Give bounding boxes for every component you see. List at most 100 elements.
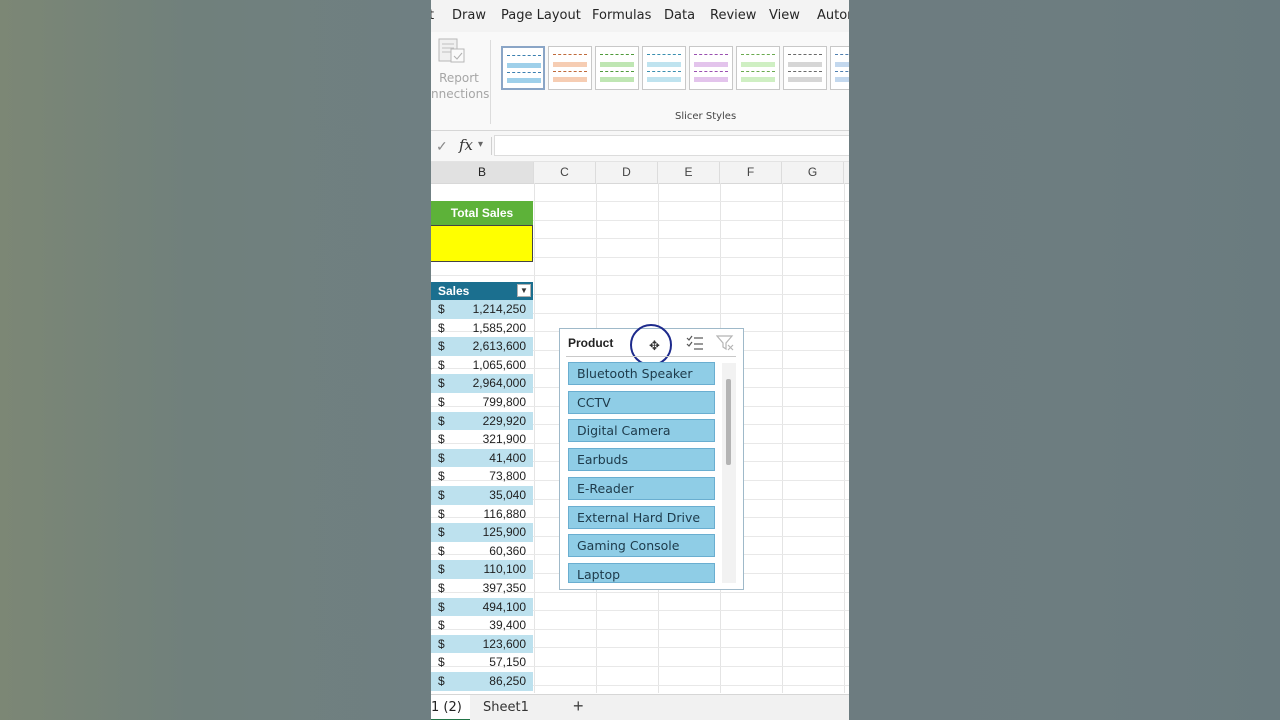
- currency-symbol: $: [438, 488, 445, 502]
- sales-row[interactable]: $39,400: [431, 616, 533, 635]
- tab-data[interactable]: Data: [664, 8, 695, 23]
- sales-amount: 1,585,200: [472, 320, 526, 335]
- currency-symbol: $: [438, 357, 445, 372]
- column-header-b[interactable]: B: [431, 162, 534, 183]
- slicer-styles-label: Slicer Styles: [675, 111, 737, 122]
- column-header-f[interactable]: F: [720, 162, 782, 183]
- sales-amount: 799,800: [482, 395, 526, 409]
- product-slicer[interactable]: Product ✥ Bluetooth Speaker CCTV Digital C…: [559, 324, 744, 590]
- slicer-style-light-blue-2[interactable]: [830, 46, 849, 90]
- tab-page-layout[interactable]: Page Layout: [501, 8, 581, 23]
- ribbon-separator: [490, 40, 491, 124]
- sales-amount: 116,880: [483, 506, 527, 521]
- filter-dropdown-icon[interactable]: ▼: [517, 284, 531, 297]
- multi-select-icon[interactable]: [686, 334, 704, 352]
- sales-row[interactable]: $73,800: [431, 467, 533, 486]
- clear-filter-icon[interactable]: [716, 334, 734, 352]
- total-sales-value[interactable]: [431, 225, 533, 262]
- sales-row[interactable]: $123,600: [431, 634, 533, 654]
- slicer-item[interactable]: E-Reader: [568, 476, 715, 500]
- slicer-item[interactable]: Gaming Console: [568, 534, 715, 558]
- sales-row[interactable]: $2,964,000: [431, 374, 533, 393]
- sales-row[interactable]: $57,150: [431, 653, 533, 672]
- sales-row[interactable]: $1,065,600: [431, 356, 533, 375]
- slicer-style-light-blue[interactable]: [501, 46, 545, 90]
- currency-symbol: $: [438, 413, 445, 428]
- currency-symbol: $: [438, 376, 445, 391]
- slicer-style-light-gray[interactable]: [783, 46, 827, 90]
- sheet-tab-1-2[interactable]: 1 (2): [431, 695, 470, 720]
- currency-symbol: $: [438, 525, 445, 540]
- ribbon-tabs: t Draw Page Layout Formulas Data Review …: [431, 0, 849, 32]
- currency-symbol: $: [438, 636, 445, 651]
- sales-amount: 1,214,250: [472, 302, 526, 316]
- sales-amount: 35,040: [489, 488, 526, 502]
- currency-symbol: $: [438, 450, 445, 465]
- sheet-tab-sheet1[interactable]: Sheet1: [483, 695, 529, 720]
- formula-input[interactable]: [494, 135, 849, 156]
- currency-symbol: $: [438, 395, 445, 409]
- total-sales-header[interactable]: Total Sales: [431, 201, 533, 225]
- sales-row[interactable]: $60,360: [431, 542, 533, 561]
- add-sheet-button[interactable]: +: [573, 696, 584, 717]
- tab-review[interactable]: Review: [710, 8, 756, 23]
- slicer-style-light-orange[interactable]: [548, 46, 592, 90]
- slicer-item[interactable]: Earbuds: [568, 448, 715, 472]
- sales-row[interactable]: $41,400: [431, 448, 533, 468]
- tab-formulas[interactable]: Formulas: [592, 8, 651, 23]
- sales-row[interactable]: $799,800: [431, 393, 533, 412]
- report-connections-icon: [438, 38, 465, 63]
- tab-draw[interactable]: Draw: [452, 8, 486, 23]
- move-cursor-icon: ✥: [649, 338, 660, 353]
- column-header-c[interactable]: C: [534, 162, 596, 183]
- currency-symbol: $: [438, 674, 445, 688]
- sales-row[interactable]: $494,100: [431, 597, 533, 617]
- sales-row[interactable]: $125,900: [431, 523, 533, 542]
- column-header-d[interactable]: D: [596, 162, 658, 183]
- sales-amount: 1,065,600: [472, 357, 526, 372]
- sales-amount: 125,900: [482, 525, 526, 540]
- currency-symbol: $: [438, 339, 445, 354]
- sales-row[interactable]: $2,613,600: [431, 337, 533, 356]
- sales-amount: 2,613,600: [472, 339, 526, 354]
- column-header-g[interactable]: G: [782, 162, 844, 183]
- sales-row[interactable]: $116,880: [431, 505, 533, 524]
- column-header-e[interactable]: E: [658, 162, 720, 183]
- enter-check-icon[interactable]: ✓: [436, 138, 448, 155]
- slicer-style-light-purple[interactable]: [689, 46, 733, 90]
- sales-row[interactable]: $1,214,250: [431, 300, 533, 319]
- slicer-scrollbar-thumb[interactable]: [726, 379, 731, 465]
- chevron-down-icon[interactable]: ▾: [478, 139, 483, 150]
- tab-automate[interactable]: Autor: [817, 8, 849, 23]
- currency-symbol: $: [438, 618, 445, 633]
- sales-row[interactable]: $229,920: [431, 411, 533, 431]
- sales-row[interactable]: $321,900: [431, 430, 533, 449]
- slicer-item[interactable]: External Hard Drive: [568, 505, 715, 529]
- slicer-item[interactable]: Bluetooth Speaker: [568, 362, 715, 385]
- tab-view[interactable]: View: [769, 8, 800, 23]
- sales-row[interactable]: $397,350: [431, 579, 533, 598]
- currency-symbol: $: [438, 599, 445, 614]
- slicer-title: Product: [568, 336, 614, 350]
- grid-column-line: [782, 183, 783, 693]
- currency-symbol: $: [438, 562, 445, 577]
- sales-row[interactable]: $35,040: [431, 486, 533, 505]
- slicer-item[interactable]: Laptop: [568, 562, 715, 583]
- sales-amount: 73,800: [489, 469, 526, 484]
- insert-function-button[interactable]: fx: [459, 136, 473, 154]
- column-headers: B C D E F G: [431, 162, 849, 184]
- sales-amount: 41,400: [489, 450, 526, 465]
- tab-insert[interactable]: t: [431, 8, 434, 23]
- sales-row[interactable]: $86,250: [431, 672, 533, 691]
- sales-amount: 229,920: [482, 413, 526, 428]
- sales-row[interactable]: $1,585,200: [431, 319, 533, 338]
- sales-row[interactable]: $110,100: [431, 560, 533, 579]
- slicer-item[interactable]: Digital Camera: [568, 419, 715, 443]
- slicer-style-light-lime[interactable]: [736, 46, 780, 90]
- ribbon-body: Report nnections Slicer Styles: [431, 32, 849, 131]
- slicer-style-light-teal[interactable]: [642, 46, 686, 90]
- formula-bar-divider: [491, 137, 492, 155]
- currency-symbol: $: [438, 581, 445, 595]
- slicer-style-light-green[interactable]: [595, 46, 639, 90]
- slicer-item[interactable]: CCTV: [568, 390, 715, 414]
